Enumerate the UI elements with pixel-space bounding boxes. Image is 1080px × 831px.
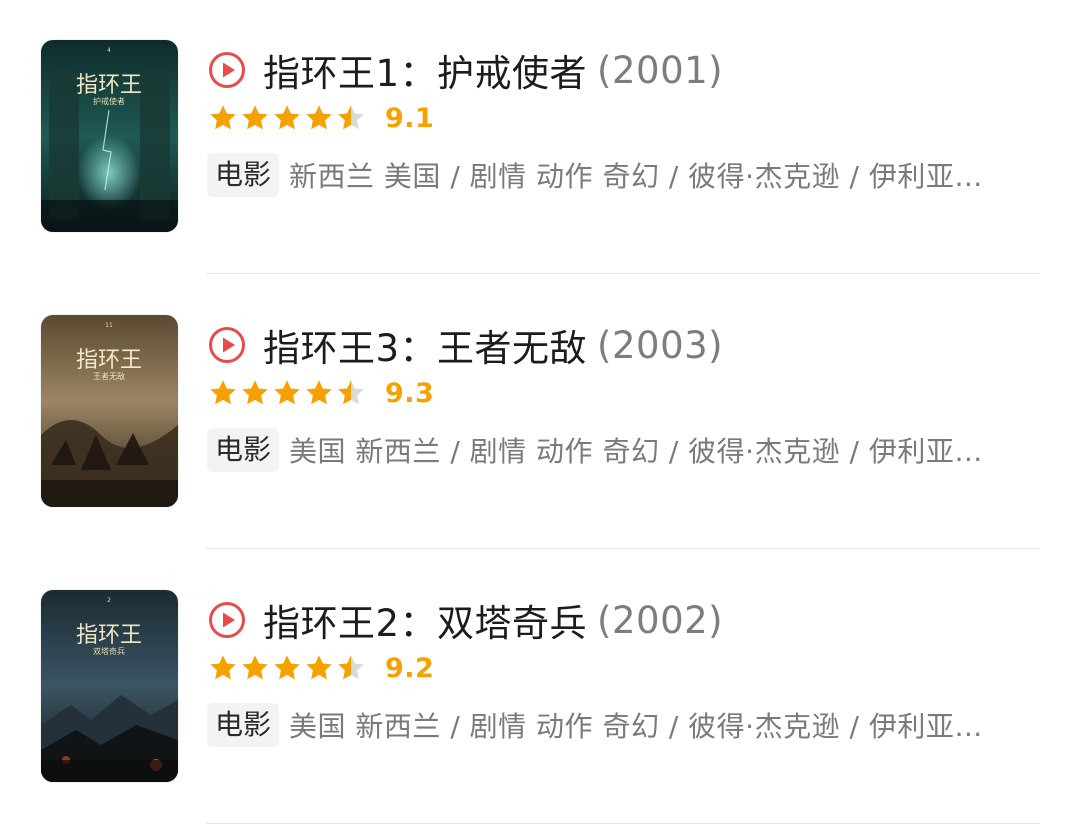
star-full-icon <box>271 102 303 134</box>
svg-text:王者无敌: 王者无敌 <box>93 371 125 381</box>
star-rating <box>207 652 367 684</box>
star-full-icon <box>303 102 335 134</box>
movie-title[interactable]: 指环王2：双塔奇兵 <box>263 593 587 647</box>
svg-text:指环王: 指环王 <box>76 73 142 98</box>
movie-title[interactable]: 指环王1：护戒使者 <box>263 43 587 97</box>
star-full-icon <box>239 102 271 134</box>
svg-text:指环王: 指环王 <box>76 348 142 373</box>
divider <box>206 273 1040 274</box>
movie-item[interactable]: 11 指环王 王者无敌 指环王3：王者无敌 (2003) 9.3 电影 美国 新… <box>0 275 1080 550</box>
movie-meta: 美国 新西兰 / 剧情 动作 奇幻 / 彼得·杰克逊 / 伊利亚… <box>289 710 983 743</box>
star-half-icon <box>335 102 367 134</box>
movie-title[interactable]: 指环王3：王者无敌 <box>263 318 587 372</box>
rating-score: 9.3 <box>385 377 435 409</box>
star-full-icon <box>303 377 335 409</box>
movie-year: (2001) <box>597 48 724 92</box>
type-badge: 电影 <box>207 703 280 747</box>
movie-year: (2003) <box>597 323 724 367</box>
movie-meta: 新西兰 美国 / 剧情 动作 奇幻 / 彼得·杰克逊 / 伊利亚… <box>289 160 983 193</box>
rating-score: 9.1 <box>385 102 435 134</box>
movie-poster[interactable]: 4 指环王 护戒使者 <box>41 40 178 232</box>
poster-image: 4 指环王 护戒使者 <box>41 40 178 232</box>
meta-row: 电影 新西兰 美国 / 剧情 动作 奇幻 / 彼得·杰克逊 / 伊利亚… <box>207 152 1029 198</box>
svg-text:4: 4 <box>107 47 111 54</box>
star-full-icon <box>239 377 271 409</box>
star-full-icon <box>271 377 303 409</box>
meta-row: 电影 美国 新西兰 / 剧情 动作 奇幻 / 彼得·杰克逊 / 伊利亚… <box>207 702 1029 748</box>
movie-item[interactable]: 2 指环王 双塔奇兵 指环王2：双塔奇兵 (2002) 9.2 电影 美国 新西… <box>0 550 1080 825</box>
star-full-icon <box>207 377 239 409</box>
movie-poster[interactable]: 2 指环王 双塔奇兵 <box>41 590 178 782</box>
play-icon[interactable] <box>207 50 247 90</box>
svg-text:11: 11 <box>105 322 113 329</box>
divider <box>206 823 1040 824</box>
movie-meta: 美国 新西兰 / 剧情 动作 奇幻 / 彼得·杰克逊 / 伊利亚… <box>289 435 983 468</box>
poster-image: 2 指环王 双塔奇兵 <box>41 590 178 782</box>
movie-poster[interactable]: 11 指环王 王者无敌 <box>41 315 178 507</box>
star-full-icon <box>271 652 303 684</box>
star-full-icon <box>303 652 335 684</box>
title-row[interactable]: 指环王2：双塔奇兵 (2002) <box>207 593 724 647</box>
type-badge: 电影 <box>207 428 280 472</box>
meta-row: 电影 美国 新西兰 / 剧情 动作 奇幻 / 彼得·杰克逊 / 伊利亚… <box>207 427 1029 473</box>
svg-text:指环王: 指环王 <box>76 623 142 648</box>
title-row[interactable]: 指环王1：护戒使者 (2001) <box>207 43 724 97</box>
star-half-icon <box>335 377 367 409</box>
star-full-icon <box>207 102 239 134</box>
svg-text:护戒使者: 护戒使者 <box>93 96 125 106</box>
title-row[interactable]: 指环王3：王者无敌 (2003) <box>207 318 724 372</box>
svg-text:2: 2 <box>107 597 111 604</box>
rating-row: 9.1 <box>207 100 434 136</box>
type-badge: 电影 <box>207 153 280 197</box>
movie-item[interactable]: 4 指环王 护戒使者 指环王1：护戒使者 (2001) 9.1 电影 新西兰 美… <box>0 0 1080 275</box>
divider <box>206 548 1040 549</box>
rating-row: 9.3 <box>207 375 434 411</box>
play-icon[interactable] <box>207 600 247 640</box>
star-rating <box>207 102 367 134</box>
star-full-icon <box>207 652 239 684</box>
star-full-icon <box>239 652 271 684</box>
star-half-icon <box>335 652 367 684</box>
poster-image: 11 指环王 王者无敌 <box>41 315 178 507</box>
play-icon[interactable] <box>207 325 247 365</box>
rating-score: 9.2 <box>385 652 435 684</box>
rating-row: 9.2 <box>207 650 434 686</box>
star-rating <box>207 377 367 409</box>
movie-year: (2002) <box>597 598 724 642</box>
svg-text:双塔奇兵: 双塔奇兵 <box>93 646 125 656</box>
